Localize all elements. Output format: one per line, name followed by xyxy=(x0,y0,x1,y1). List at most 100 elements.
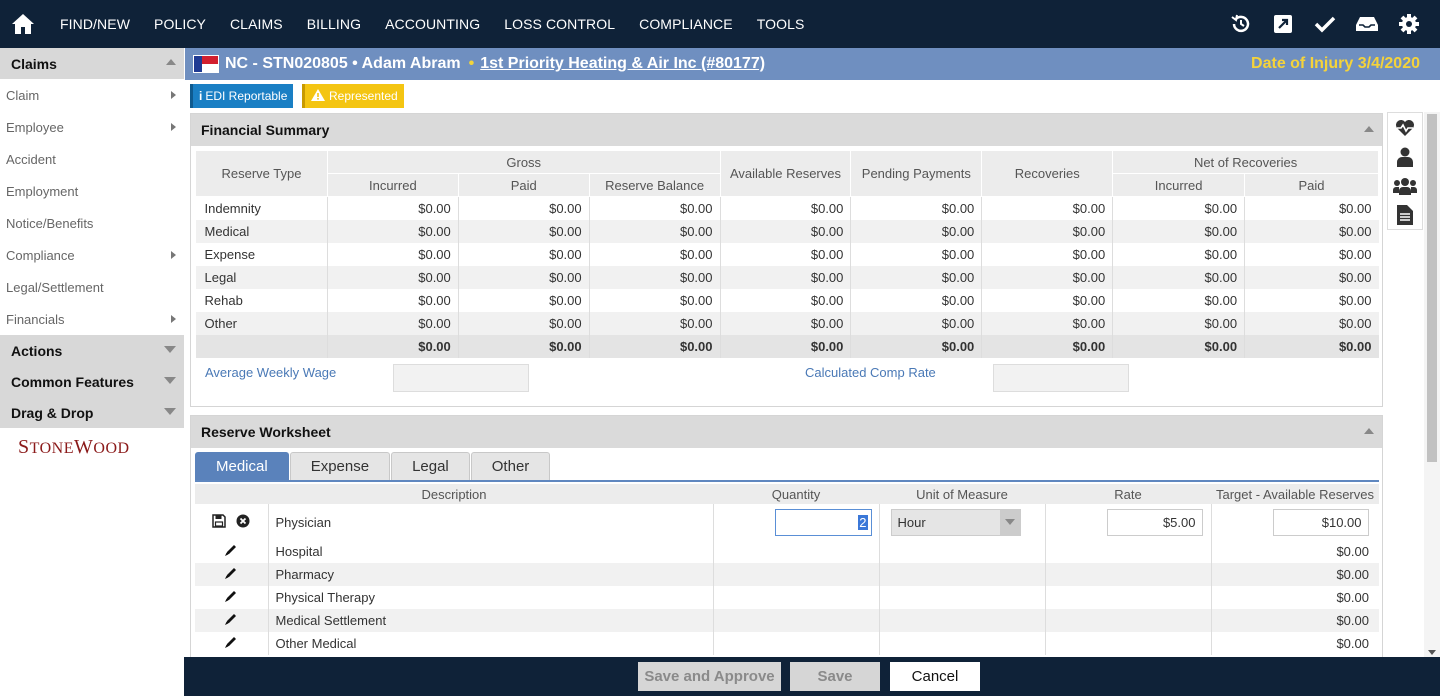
sidebar-section-claims[interactable]: Claims xyxy=(0,48,184,79)
sidebar-item-compliance[interactable]: Compliance xyxy=(0,239,184,271)
nav-loss-control[interactable]: LOSS CONTROL xyxy=(492,0,627,48)
nav-find-new[interactable]: FIND/NEW xyxy=(48,0,142,48)
nav-billing[interactable]: BILLING xyxy=(295,0,373,48)
cancel-button[interactable]: Cancel xyxy=(890,662,980,691)
represented-badge[interactable]: Represented xyxy=(302,84,404,108)
empty-cell xyxy=(1044,609,1211,632)
history-icon[interactable] xyxy=(1220,0,1262,48)
sidebar-item-accident[interactable]: Accident xyxy=(0,143,184,175)
edit-pencil-icon[interactable] xyxy=(224,637,238,652)
rate-input[interactable]: $5.00 xyxy=(1106,508,1203,536)
table-row: Physical Therapy $0.00 xyxy=(195,586,1379,609)
edit-pencil-icon[interactable] xyxy=(224,545,238,560)
col-unit-of-measure: Unit of Measure xyxy=(879,484,1045,504)
nav-accounting[interactable]: ACCOUNTING xyxy=(373,0,492,48)
average-weekly-wage-field[interactable] xyxy=(393,364,529,392)
person-icon[interactable] xyxy=(1388,142,1422,171)
sidebar-item-claim[interactable]: Claim xyxy=(0,79,184,111)
description-cell: Physical Therapy xyxy=(267,586,713,609)
nav-claims[interactable]: CLAIMS xyxy=(218,0,295,48)
row-actions xyxy=(195,609,268,632)
expand-arrow-icon[interactable] xyxy=(164,377,176,384)
row-actions xyxy=(195,563,268,586)
edit-pencil-icon[interactable] xyxy=(224,614,238,629)
sidebar-item-employment[interactable]: Employment xyxy=(0,175,184,207)
tab-other[interactable]: Other xyxy=(470,452,551,480)
external-link-icon[interactable] xyxy=(1262,0,1304,48)
sidebar-item-label: Accident xyxy=(6,151,56,167)
tab-expense[interactable]: Expense xyxy=(289,452,391,480)
total-amount-cell: $0.00 xyxy=(981,334,1113,358)
heart-pulse-icon[interactable] xyxy=(1388,113,1422,142)
check-icon[interactable] xyxy=(1304,0,1346,48)
footer-bar: Save and Approve Save Cancel xyxy=(184,657,1440,696)
sidebar-section-drag-drop[interactable]: Drag & Drop xyxy=(0,397,184,428)
amount-cell: $0.00 xyxy=(326,219,459,243)
row-actions xyxy=(195,504,268,540)
people-icon[interactable] xyxy=(1388,171,1422,200)
empty-cell xyxy=(878,609,1045,632)
target-cell: $0.00 xyxy=(1210,609,1379,632)
col-net-paid: Paid xyxy=(1244,173,1379,197)
nav-tools[interactable]: TOOLS xyxy=(745,0,817,48)
sidebar-item-financials[interactable]: Financials xyxy=(0,303,184,335)
employer-link[interactable]: 1st Priority Heating & Air Inc (#80177) xyxy=(480,55,765,73)
sidebar-section-label: Drag & Drop xyxy=(11,404,94,421)
document-icon[interactable] xyxy=(1388,200,1422,229)
edit-pencil-icon[interactable] xyxy=(224,591,238,606)
nav-compliance[interactable]: COMPLIANCE xyxy=(627,0,745,48)
col-recoveries: Recoveries xyxy=(981,150,1114,197)
financial-summary-header[interactable]: Financial Summary xyxy=(191,114,1382,146)
collapse-arrow-icon[interactable] xyxy=(166,59,176,65)
quantity-input[interactable]: 2 xyxy=(774,508,872,536)
edit-pencil-icon[interactable] xyxy=(224,568,238,583)
expand-arrow-icon[interactable] xyxy=(164,346,176,353)
reserve-type-cell: Other xyxy=(195,311,328,335)
col-target: Target - Available Reserves xyxy=(1211,484,1379,504)
save-button[interactable]: Save xyxy=(790,662,880,691)
scroll-down-arrow-icon[interactable] xyxy=(1428,650,1436,655)
scrollbar-thumb[interactable] xyxy=(1427,114,1437,462)
dropdown-arrow-icon[interactable] xyxy=(999,509,1020,535)
date-of-injury-value: 3/4/2020 xyxy=(1357,55,1420,72)
amount-cell: $0.00 xyxy=(1244,242,1379,266)
tab-medical[interactable]: Medical xyxy=(195,452,289,480)
home-icon[interactable] xyxy=(0,0,46,48)
sidebar-section-common-features[interactable]: Common Features xyxy=(0,366,184,397)
gear-icon[interactable] xyxy=(1388,0,1430,48)
description-cell: Hospital xyxy=(267,540,713,563)
save-and-approve-button[interactable]: Save and Approve xyxy=(638,662,781,691)
collapse-arrow-icon[interactable] xyxy=(1364,428,1374,434)
inbox-icon[interactable] xyxy=(1346,0,1388,48)
sidebar-item-label: Notice/Benefits xyxy=(6,215,94,231)
save-icon[interactable] xyxy=(212,513,227,531)
target-input[interactable]: $10.00 xyxy=(1272,508,1369,536)
nav-policy[interactable]: POLICY xyxy=(142,0,218,48)
page-scrollbar[interactable] xyxy=(1424,112,1440,657)
amount-cell: $0.00 xyxy=(326,265,459,289)
empty-cell xyxy=(712,586,879,609)
sidebar-item-legal-settlement[interactable]: Legal/Settlement xyxy=(0,271,184,303)
cancel-edit-icon[interactable] xyxy=(236,514,250,531)
collapse-arrow-icon[interactable] xyxy=(1364,126,1374,132)
col-quantity: Quantity xyxy=(713,484,879,504)
calculated-comp-rate-field[interactable] xyxy=(993,364,1129,392)
amount-cell: $0.00 xyxy=(457,196,590,220)
reserve-worksheet-header[interactable]: Reserve Worksheet xyxy=(191,416,1382,448)
sidebar-section-actions[interactable]: Actions xyxy=(0,335,184,366)
unit-of-measure-select[interactable]: Hour xyxy=(890,508,1021,536)
edi-reportable-badge[interactable]: i EDI Reportable xyxy=(190,84,294,108)
amount-cell: $0.00 xyxy=(981,288,1113,312)
stonewood-logo: STONEWOOD xyxy=(18,436,130,458)
col-net-incurred: Incurred xyxy=(1112,173,1246,197)
tab-legal[interactable]: Legal xyxy=(391,452,470,480)
amount-cell: $0.00 xyxy=(1244,219,1379,243)
sidebar-item-notice-benefits[interactable]: Notice/Benefits xyxy=(0,207,184,239)
sidebar-item-label: Legal/Settlement xyxy=(6,279,104,295)
sidebar-item-employee[interactable]: Employee xyxy=(0,111,184,143)
amount-cell: $0.00 xyxy=(457,242,590,266)
total-amount-cell: $0.00 xyxy=(1244,334,1379,358)
expand-arrow-icon[interactable] xyxy=(164,408,176,415)
col-reserve-balance: Reserve Balance xyxy=(588,173,721,197)
table-row: Legal $0.00 $0.00 $0.00 $0.00 $0.00 $0.00 $0.00… xyxy=(195,265,1379,289)
